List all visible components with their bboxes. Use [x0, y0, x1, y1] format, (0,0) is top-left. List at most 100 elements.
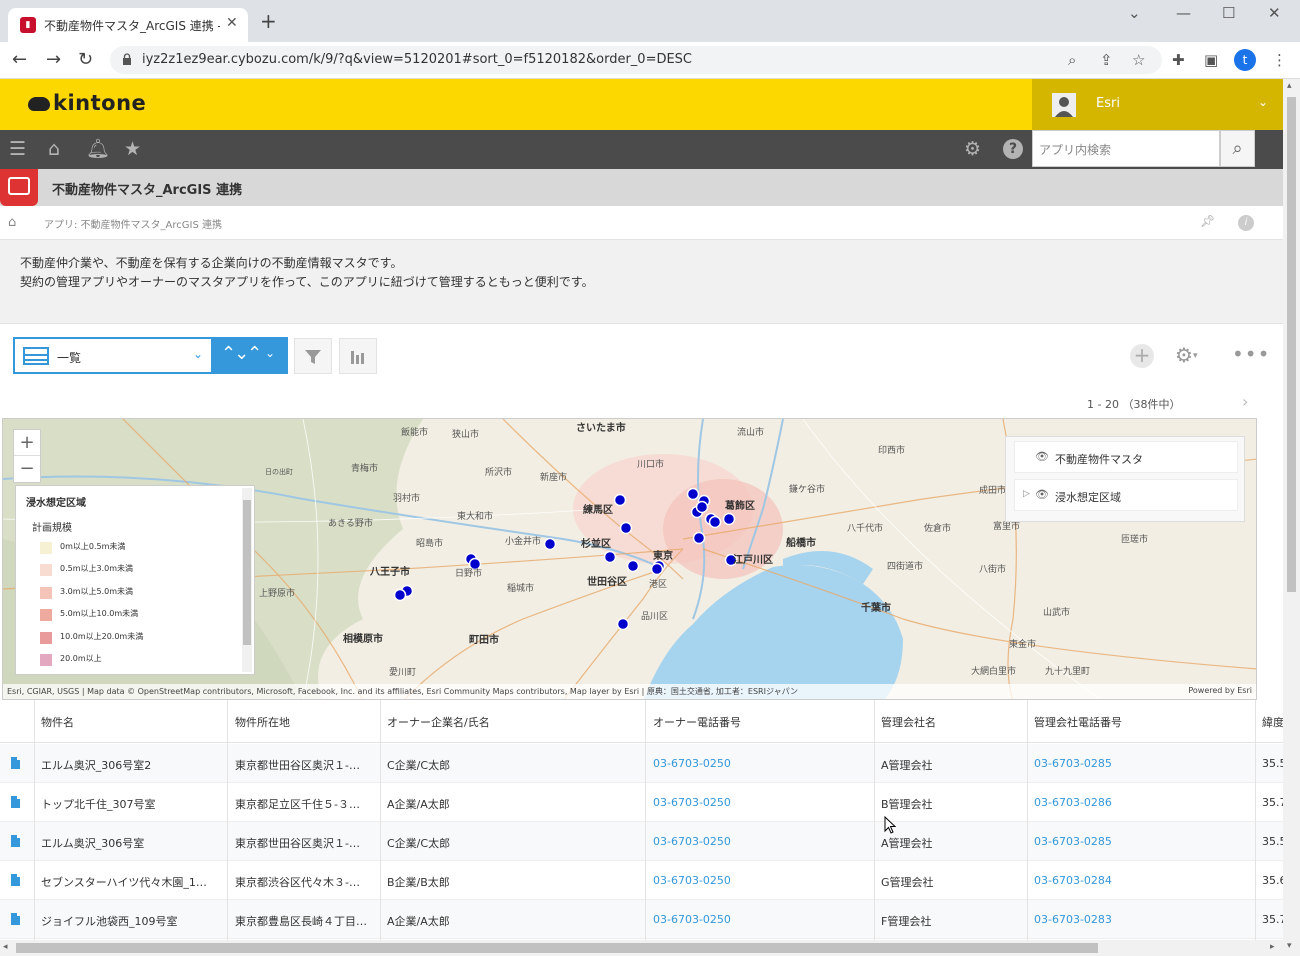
back-icon[interactable]: ← [12, 50, 27, 70]
column-header[interactable]: 緯度 [1262, 714, 1283, 730]
window-close-icon[interactable]: ✕ [1268, 4, 1281, 22]
menu-icon[interactable]: ☰ [9, 138, 26, 160]
record-detail-icon[interactable] [11, 913, 20, 925]
map-view-button[interactable]: ⌃⌄⌃ ⌄ [213, 337, 288, 374]
table-row[interactable]: ジョイフル池袋西_109号室 東京都豊島区長崎４丁目… A企業/A太郎 03-6… [0, 900, 1283, 939]
bell-icon[interactable]: 🔔︎ [86, 138, 110, 160]
chevron-down-icon: ⌄ [193, 347, 204, 361]
column-divider[interactable] [1027, 700, 1028, 940]
close-tab-icon[interactable]: ✕ [226, 15, 238, 31]
more-options-icon[interactable]: ••• [1232, 342, 1270, 366]
eye-icon[interactable]: 👁︎ [1035, 450, 1049, 463]
scroll-down-icon[interactable]: ▾ [1287, 941, 1292, 951]
cell-owner-phone[interactable]: 03-6703-0250 [653, 835, 853, 848]
breadcrumb-home-icon[interactable]: ⌂ [8, 215, 16, 230]
table-row[interactable]: トップ北千住_307号室 東京都足立区千住５-３… A企業/A太郎 03-670… [0, 783, 1283, 822]
side-panel-icon[interactable]: ▣ [1204, 51, 1218, 69]
pager-next-icon[interactable]: › [1242, 392, 1248, 411]
column-divider[interactable] [1255, 700, 1256, 940]
chevron-down-icon: ⌄ [265, 346, 276, 360]
info-icon[interactable]: i [1238, 215, 1254, 231]
column-header[interactable]: 物件所在地 [235, 714, 290, 730]
record-detail-icon[interactable] [11, 757, 20, 769]
minimize-icon[interactable]: — [1176, 4, 1191, 22]
vertical-scroll-thumb[interactable] [1287, 97, 1296, 592]
map-view[interactable]: さいたま市 飯能市 狭山市 流山市 青梅市 所沢市 新座市 川口市 印西市 日の… [2, 418, 1257, 700]
powered-by-esri[interactable]: Powered by Esri [1188, 686, 1252, 695]
horizontal-scrollbar[interactable]: ◂ ▸ [0, 940, 1283, 956]
cell-mgmt-phone[interactable]: 03-6703-0283 [1034, 913, 1234, 926]
user-menu[interactable]: Esri ⌄ [1032, 79, 1283, 130]
expand-triangle-icon[interactable]: ▷ [1023, 489, 1030, 499]
search-icon[interactable]: ⌕ [1220, 130, 1255, 167]
add-record-button[interactable]: + [1130, 344, 1154, 368]
help-icon[interactable]: ? [1003, 139, 1023, 159]
legend-scroll-thumb[interactable] [243, 500, 251, 645]
browser-tab[interactable]: ▮ 不動産物件マスタ_ArcGIS 連携 - k ✕ [8, 8, 248, 42]
scroll-up-icon[interactable]: ▴ [1287, 81, 1292, 91]
breadcrumb-app-link[interactable]: アプリ: 不動産物件マスタ_ArcGIS 連携 [44, 216, 222, 231]
zoom-icon[interactable]: ⌕ [1068, 51, 1076, 69]
cell-mgmt-phone[interactable]: 03-6703-0285 [1034, 757, 1234, 770]
filter-button[interactable] [294, 338, 332, 374]
column-divider[interactable] [645, 700, 646, 940]
column-divider[interactable] [874, 700, 875, 940]
cell-owner-phone[interactable]: 03-6703-0250 [653, 913, 853, 926]
map-label: 港区 [649, 580, 668, 590]
home-icon[interactable]: ⌂ [48, 138, 60, 160]
cell-owner-phone[interactable]: 03-6703-0250 [653, 874, 853, 887]
cell-owner: C企業/C太郎 [387, 837, 451, 850]
maximize-icon[interactable]: ☐ [1222, 4, 1235, 22]
column-header[interactable]: 管理会社電話番号 [1034, 714, 1122, 730]
extensions-icon[interactable]: ✚ [1172, 51, 1185, 69]
zoom-out-button[interactable]: − [14, 457, 40, 483]
map-label: 日の出町 [265, 468, 293, 476]
table-row[interactable]: セブンスターハイツ代々木園_1… 東京都渋谷区代々木３-… B企業/B太郎 03… [0, 861, 1283, 900]
share-icon[interactable]: ⇪ [1100, 51, 1113, 69]
layer-item-flood-area[interactable]: ▷ 👁︎ 浸水想定区域 [1014, 479, 1238, 511]
layer-item-property-master[interactable]: 👁︎ 不動産物件マスタ [1014, 441, 1238, 473]
map-label: 江戸川区 [733, 555, 773, 566]
bookmark-star-icon[interactable]: ☆ [1132, 51, 1145, 69]
cell-owner-phone[interactable]: 03-6703-0250 [653, 757, 853, 770]
app-settings-gear-icon[interactable]: ⚙▾ [1175, 343, 1197, 367]
eye-icon[interactable]: 👁︎ [1035, 488, 1049, 501]
new-tab-icon[interactable]: + [260, 11, 277, 31]
column-header[interactable]: 管理会社名 [881, 714, 936, 730]
column-header[interactable]: オーナー電話番号 [653, 714, 741, 730]
forward-icon[interactable]: → [46, 50, 61, 70]
column-header[interactable]: 物件名 [41, 714, 74, 730]
profile-avatar[interactable]: t [1234, 49, 1256, 71]
kintone-logo[interactable]: kintone [28, 91, 146, 115]
reload-icon[interactable]: ↻ [78, 50, 93, 70]
legend-scrollbar[interactable] [242, 488, 252, 672]
column-divider[interactable] [227, 700, 228, 940]
pin-icon[interactable]: 📌︎ [1200, 214, 1215, 228]
record-detail-icon[interactable] [11, 874, 20, 886]
record-detail-icon[interactable] [11, 796, 20, 808]
scroll-right-icon[interactable]: ▸ [1270, 942, 1275, 952]
table-row[interactable]: エルム奥沢_306号室 東京都世田谷区奥沢１-… C企業/C太郎 03-6703… [0, 822, 1283, 861]
cell-owner-phone[interactable]: 03-6703-0250 [653, 796, 853, 809]
cell-mgmt-phone[interactable]: 03-6703-0284 [1034, 874, 1234, 887]
zoom-in-button[interactable]: + [14, 430, 40, 456]
url-field[interactable]: iyz2z1ez9ear.cybozu.com/k/9/?q&view=5120… [110, 46, 1162, 74]
view-select[interactable]: 一覧 ⌄ [13, 337, 213, 374]
vertical-scrollbar[interactable]: ▴ ▾ [1283, 79, 1300, 956]
app-search-input[interactable]: アプリ内検索 [1032, 130, 1220, 167]
column-divider[interactable] [380, 700, 381, 940]
tab-search-chevron-icon[interactable]: ⌄ [1128, 4, 1141, 22]
cell-mgmt-phone[interactable]: 03-6703-0285 [1034, 835, 1234, 848]
record-detail-icon[interactable] [11, 835, 20, 847]
favorites-star-icon[interactable]: ★ [124, 138, 141, 160]
horizontal-scroll-thumb[interactable] [16, 943, 1098, 953]
graph-button[interactable] [339, 338, 377, 374]
map-legend[interactable]: 浸水想定区域 計画規模 0m以上0.5m未満 0.5m以上3.0m未満 3.0m… [15, 485, 255, 675]
cell-mgmt-phone[interactable]: 03-6703-0286 [1034, 796, 1234, 809]
gear-icon[interactable]: ⚙ [964, 138, 981, 160]
column-header[interactable]: オーナー企業名/氏名 [387, 714, 490, 730]
scroll-left-icon[interactable]: ◂ [3, 942, 8, 952]
table-row[interactable]: エルム奥沢_306号室2 東京都世田谷区奥沢１-… C企業/C太郎 03-670… [0, 744, 1283, 783]
map-label: 東大和市 [457, 512, 494, 522]
chrome-menu-icon[interactable]: ⋮ [1272, 51, 1287, 69]
